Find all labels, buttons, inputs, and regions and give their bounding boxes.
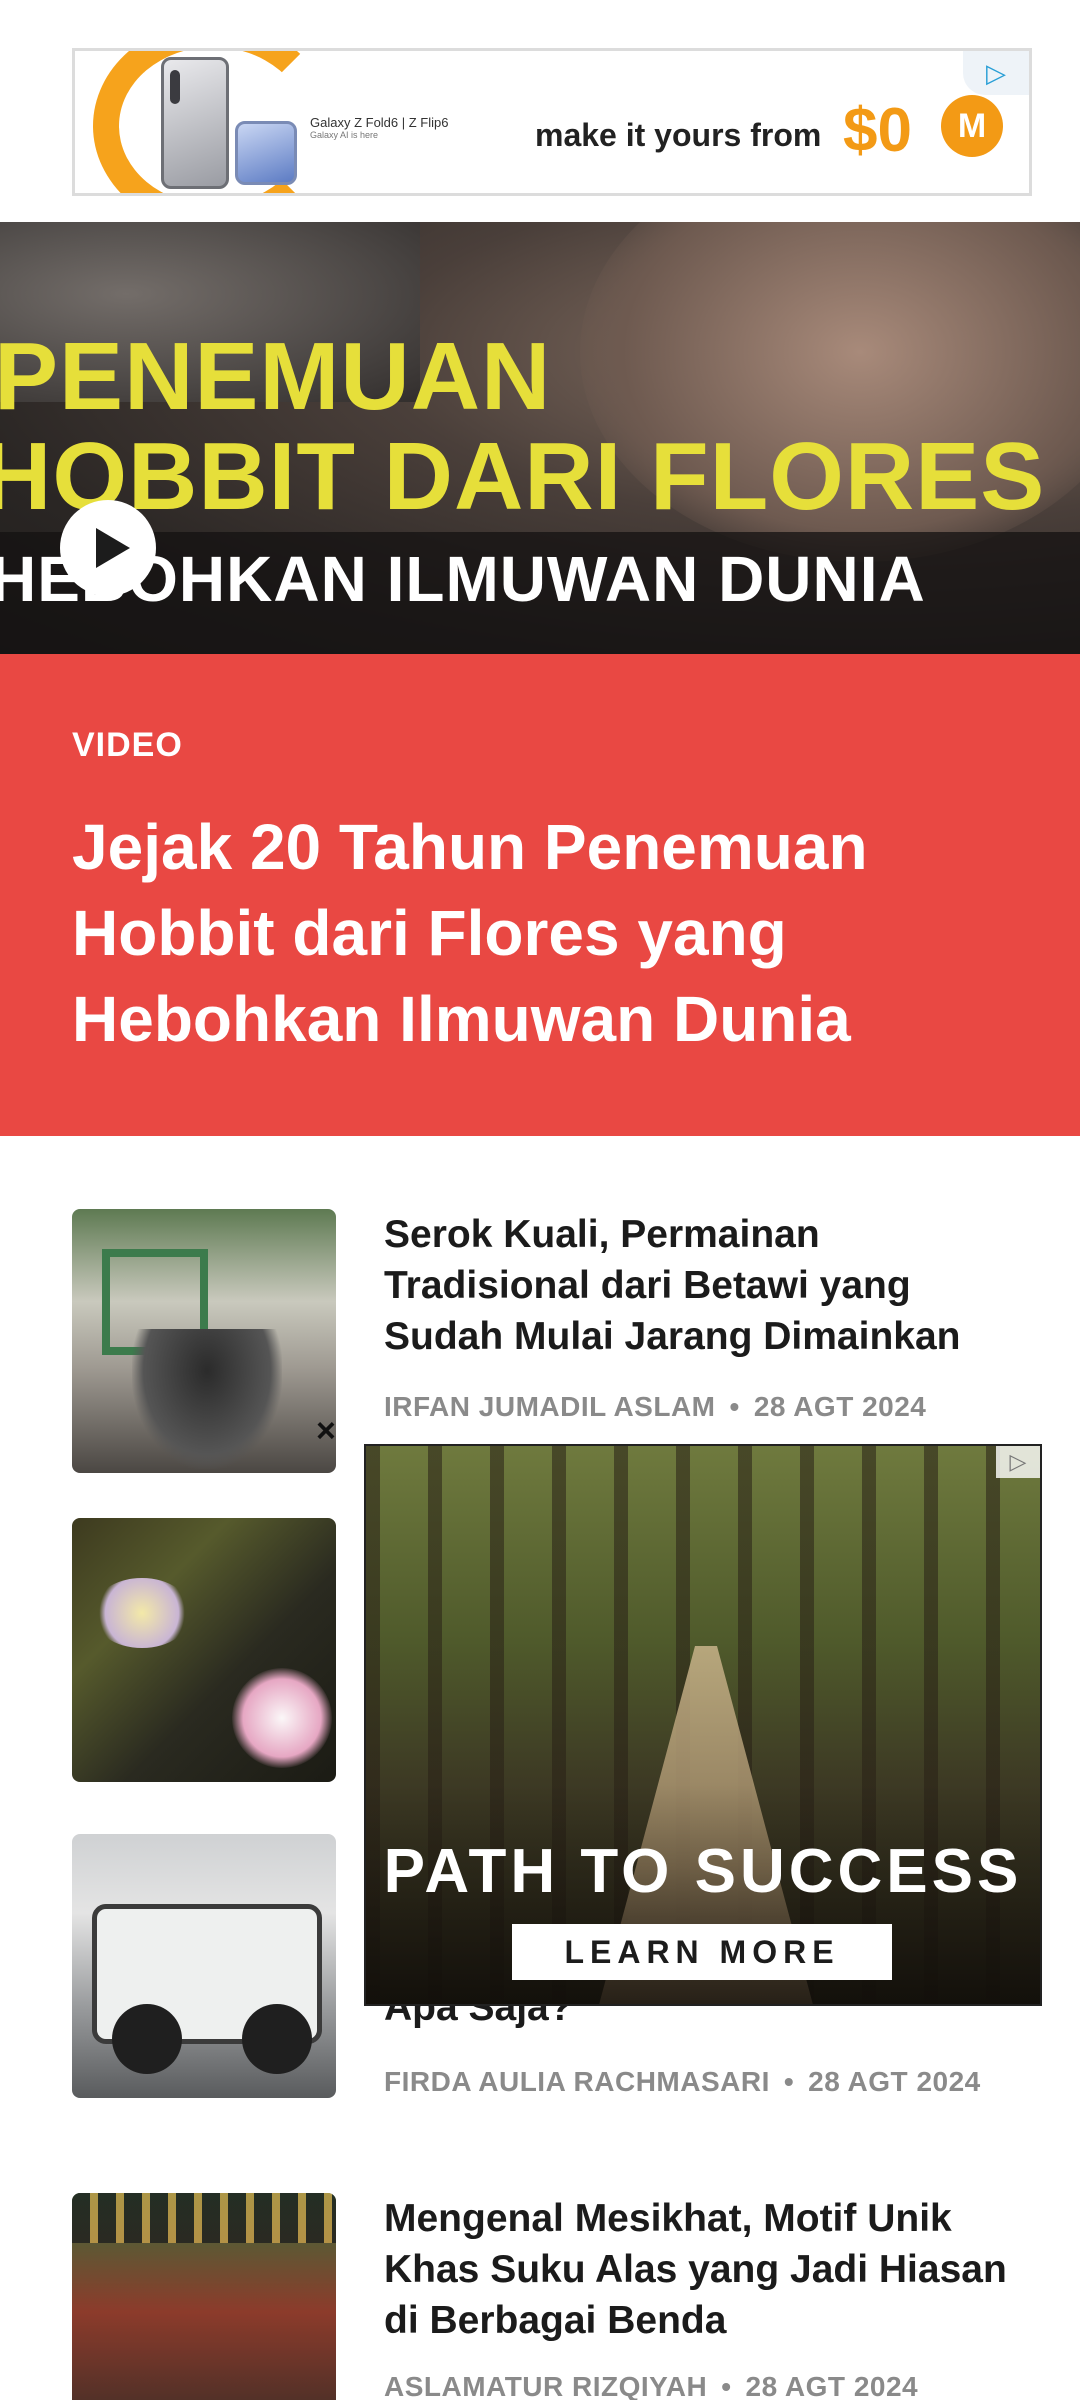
ad-headline: PATH TO SUCCESS bbox=[383, 1837, 1023, 1906]
close-ad-icon[interactable]: × bbox=[316, 1412, 336, 1451]
article-author: ASLAMATUR RIZQIYAH bbox=[384, 2371, 708, 2400]
play-icon[interactable] bbox=[60, 500, 156, 596]
meta-separator: • bbox=[721, 2371, 732, 2400]
article-thumbnail[interactable] bbox=[72, 2193, 336, 2400]
list-item[interactable]: Mengenal Mesikhat, Motif Unik Khas Suku … bbox=[72, 2193, 1032, 2400]
article-meta: ASLAMATUR RIZQIYAH • 28 AGT 2024 bbox=[384, 2365, 1024, 2400]
article-thumbnail[interactable] bbox=[72, 1834, 336, 2098]
ad-model-subtext: Galaxy AI is here bbox=[310, 130, 379, 140]
ad-price: $0 bbox=[843, 96, 912, 165]
article-title[interactable]: Mengenal Mesikhat, Motif Unik Khas Suku … bbox=[384, 2193, 1024, 2346]
article-author: IRFAN JUMADIL ASLAM bbox=[384, 1391, 716, 1422]
ad-tagline: make it yours from bbox=[535, 117, 822, 153]
meta-separator: • bbox=[729, 1391, 740, 1422]
featured-title[interactable]: Jejak 20 Tahun Penemuan Hobbit dari Flor… bbox=[72, 804, 972, 1062]
article-author: FIRDA AULIA RACHMASARI bbox=[384, 2066, 770, 2097]
featured-category: VIDEO bbox=[72, 726, 183, 764]
article-title[interactable]: Serok Kuali, Permainan Tradisional dari … bbox=[384, 1209, 1024, 1362]
hero-overlay-line-1: PENEMUAN bbox=[0, 323, 552, 430]
overlay-ad[interactable]: PATH TO SUCCESS LEARN MORE ▷ bbox=[364, 1444, 1042, 2006]
hero-overlay-line-2: HOBBIT DARI FLORES bbox=[0, 423, 1046, 530]
learn-more-button[interactable]: LEARN MORE bbox=[512, 1924, 892, 1980]
ad-model-text: Galaxy Z Fold6 | Z Flip6 Galaxy AI is he… bbox=[310, 115, 448, 140]
top-banner-ad[interactable]: Galaxy Z Fold6 | Z Flip6 Galaxy AI is he… bbox=[72, 48, 1032, 196]
article-thumbnail[interactable] bbox=[72, 1209, 336, 1473]
article-date: 28 AGT 2024 bbox=[745, 2371, 919, 2400]
ad-brand-logo: M bbox=[941, 95, 1003, 157]
ad-phone-image bbox=[161, 57, 229, 189]
article-meta: IRFAN JUMADIL ASLAM • 28 AGT 2024 bbox=[384, 1385, 1024, 1429]
article-thumbnail[interactable] bbox=[72, 1518, 336, 1782]
adchoices-icon[interactable]: ▷ bbox=[963, 51, 1029, 95]
featured-article[interactable]: VIDEO Jejak 20 Tahun Penemuan Hobbit dar… bbox=[0, 654, 1080, 1136]
article-date: 28 AGT 2024 bbox=[753, 1391, 927, 1422]
article-date: 28 AGT 2024 bbox=[808, 2066, 981, 2097]
article-meta: FIRDA AULIA RACHMASARI • 28 AGT 2024 bbox=[384, 2060, 1024, 2104]
adchoices-icon[interactable]: ▷ bbox=[996, 1446, 1040, 1478]
list-item[interactable]: Serok Kuali, Permainan Tradisional dari … bbox=[72, 1209, 1032, 1473]
hero-video-thumbnail[interactable]: PENEMUAN HOBBIT DARI FLORES HEBOHKAN ILM… bbox=[0, 222, 1080, 654]
meta-separator: • bbox=[783, 2066, 795, 2097]
ad-phone-flip-image bbox=[235, 121, 297, 185]
ad-model-name: Galaxy Z Fold6 | Z Flip6 bbox=[310, 115, 449, 130]
